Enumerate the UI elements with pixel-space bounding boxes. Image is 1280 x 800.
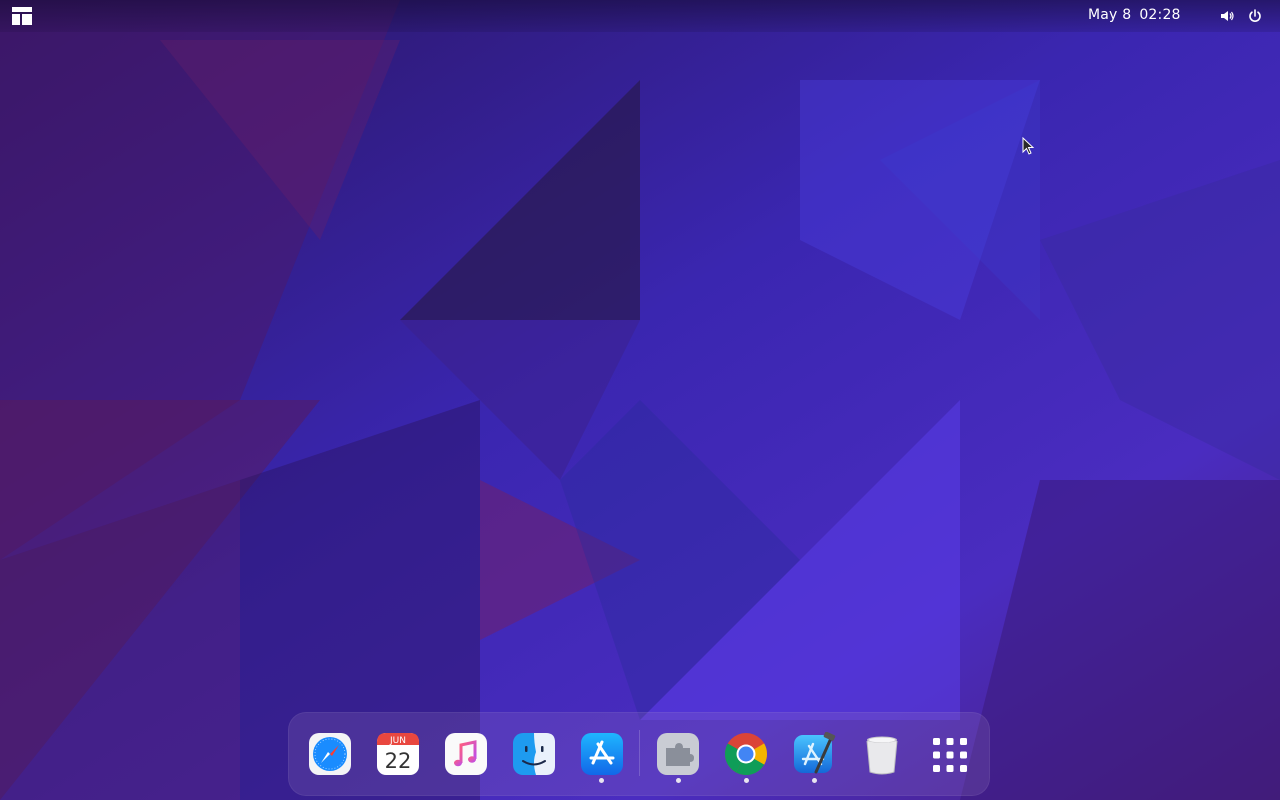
dock-item-show-applications[interactable] — [928, 732, 972, 776]
dock-item-safari[interactable] — [308, 732, 352, 776]
music-note-icon — [445, 733, 487, 775]
calendar-day: 22 — [385, 749, 412, 773]
dock-item-trash[interactable] — [860, 732, 904, 776]
running-indicator — [676, 778, 681, 783]
desktop-wallpaper — [0, 0, 1280, 800]
dock-item-xcode[interactable] — [792, 732, 836, 776]
window-layout-icon[interactable] — [12, 7, 32, 25]
volume-icon[interactable] — [1219, 8, 1235, 24]
dock-item-calendar[interactable]: JUN 22 — [376, 732, 420, 776]
running-indicator — [744, 778, 749, 783]
compass-icon — [309, 733, 351, 775]
finder-face-icon — [513, 733, 555, 775]
dock-item-extensions[interactable] — [656, 732, 700, 776]
mouse-cursor-icon — [1022, 137, 1035, 155]
dock: JUN 22 — [288, 712, 990, 796]
calendar-month: JUN — [389, 736, 406, 746]
app-store-icon — [581, 733, 623, 775]
power-icon[interactable] — [1247, 8, 1263, 24]
running-indicator — [599, 778, 604, 783]
puzzle-icon — [657, 733, 699, 775]
trash-icon — [866, 736, 898, 775]
dock-separator — [639, 730, 640, 776]
xcode-hammer-icon — [794, 732, 836, 774]
clock-date: May 8 — [1088, 7, 1132, 23]
clock-time: 02:28 — [1139, 7, 1181, 23]
dock-item-finder[interactable] — [512, 732, 556, 776]
dock-item-chrome[interactable] — [724, 732, 768, 776]
dock-item-music[interactable] — [444, 732, 488, 776]
chrome-icon — [724, 733, 767, 776]
clock[interactable]: May 8 02:28 — [1088, 7, 1181, 23]
app-grid-icon — [933, 738, 967, 772]
top-bar: May 8 02:28 — [0, 0, 1280, 32]
running-indicator — [812, 778, 817, 783]
calendar-icon: JUN 22 — [377, 733, 419, 775]
dock-item-app-store[interactable] — [580, 732, 624, 776]
